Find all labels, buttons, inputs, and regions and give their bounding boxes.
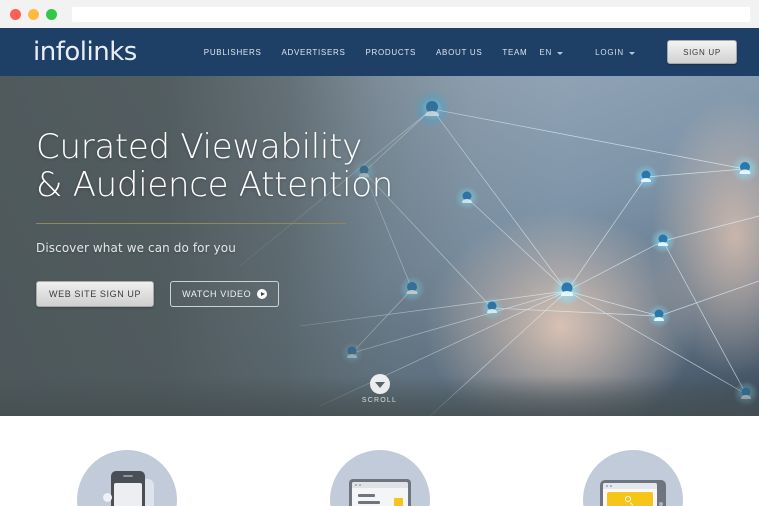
watch-video-button[interactable]: WATCH VIDEO [170,281,280,308]
feature-circle [329,450,430,506]
play-icon [257,289,268,300]
hero-divider [36,223,346,225]
hero-subtitle: Discover what we can do for you [36,241,236,256]
page-root: infolinks PUBLISHERS ADVERTISERS PRODUCT… [0,0,759,506]
watch-video-label: WATCH VIDEO [182,289,252,300]
browser-chrome [0,0,759,28]
address-bar-input[interactable] [71,5,751,23]
nav-item-publishers[interactable]: PUBLISHERS [204,48,262,57]
feature-item-analytics[interactable] [325,450,435,506]
feature-circle [582,450,683,506]
hero-title: Curated Viewability & Audience Attention [36,127,393,206]
traffic-lights [10,8,57,20]
feature-item-mobile[interactable] [72,450,182,506]
chevron-down-icon [557,51,564,55]
signup-button[interactable]: SIGN UP [667,40,737,64]
scroll-circle-button[interactable] [369,374,390,394]
hero-cta-group: WEB SITE SIGN UP WATCH VIDEO [36,281,456,308]
chevron-down-icon [629,51,635,55]
site-logo[interactable]: infolinks [33,39,137,65]
site-navbar: infolinks PUBLISHERS ADVERTISERS PRODUCT… [0,28,759,76]
login-menu[interactable]: LOGIN [595,48,635,57]
hero-content: Curated Viewability & Audience Attention… [36,127,456,308]
language-selector[interactable]: EN [539,47,564,57]
scroll-indicator[interactable]: SCROLL [0,374,759,404]
features-section [0,416,759,506]
feature-circle [76,450,177,506]
mobile-phone-icon [102,471,154,506]
minimize-window-button[interactable] [28,8,39,20]
nav-item-about-us[interactable]: ABOUT US [436,48,482,57]
feature-item-search[interactable] [578,450,688,506]
nav-item-team[interactable]: TEAM [502,48,527,57]
maximize-window-button[interactable] [46,8,57,20]
scroll-label: SCROLL [361,397,398,404]
primary-navigation: PUBLISHERS ADVERTISERS PRODUCTS ABOUT US… [204,48,528,57]
close-window-button[interactable] [10,8,21,20]
tablet-search-icon [599,480,666,506]
login-menu-label: LOGIN [595,47,624,57]
nav-item-advertisers[interactable]: ADVERTISERS [281,48,345,57]
language-selector-label: EN [539,47,553,57]
website-signup-button[interactable]: WEB SITE SIGN UP [36,281,155,308]
hero-section: Curated Viewability & Audience Attention… [0,76,759,416]
search-icon [625,496,634,506]
monitor-bar-chart-icon [348,479,411,506]
chevron-down-icon [374,381,385,388]
navbar-actions: EN LOGIN SIGN UP [539,40,737,64]
nav-item-products[interactable]: PRODUCTS [366,48,417,57]
